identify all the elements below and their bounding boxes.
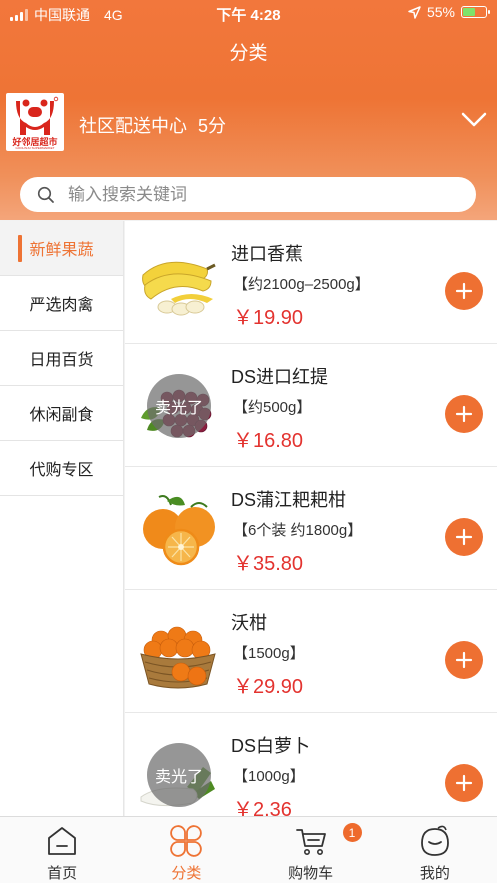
store-logo: 好邻居超市 GOOLINJU SUPERMARKET [6, 93, 64, 151]
plus-icon [455, 774, 473, 792]
banana-image [142, 261, 216, 316]
add-to-cart-button[interactable] [445, 764, 483, 802]
category-label: 休闲副食 [29, 407, 94, 424]
product-name: 进口香蕉 [231, 244, 303, 264]
product-price: ￥19.90 [233, 307, 304, 329]
tab-label: 我的 [419, 865, 450, 882]
search-icon [37, 186, 54, 203]
category-item-purchasing-agent[interactable]: 代购专区 [0, 441, 123, 496]
battery-icon [461, 6, 490, 18]
product-spec: 【约2100g–2500g】 [233, 276, 370, 293]
bottom-tab-bar: 首页 分类 购物车 1 我的 [0, 816, 497, 883]
plus-icon [455, 528, 473, 546]
logo-subtext: GOOLINJU SUPERMARKET [15, 146, 55, 150]
plus-icon [455, 282, 473, 300]
header: 中国联通 4G 下午 4:28 55% 分类 好邻居超市 GOOLINJU SU… [0, 0, 497, 220]
tab-cart[interactable]: 购物车 1 [249, 817, 373, 883]
product-spec: 【6个装 约1800g】 [233, 522, 363, 539]
search-bar[interactable] [20, 177, 476, 212]
product-name: DS进口红提 [231, 367, 329, 387]
product-item[interactable]: 进口香蕉 【约2100g–2500g】 ￥19.90 [125, 221, 497, 344]
store-name-text: 社区配送中心 [79, 116, 187, 136]
tangerine-basket-image [140, 626, 216, 689]
location-arrow-icon [408, 5, 421, 19]
add-to-cart-button[interactable] [445, 641, 483, 679]
product-price: ￥16.80 [233, 430, 304, 452]
product-spec: 【1000g】 [233, 768, 305, 785]
category-item-fresh-produce[interactable]: 新鲜果蔬 [0, 221, 123, 276]
product-price: ￥35.80 [233, 553, 304, 575]
page-title: 分类 [229, 43, 268, 64]
product-spec: 【约500g】 [233, 399, 312, 416]
tab-home[interactable]: 首页 [0, 817, 124, 883]
store-selector[interactable]: 好邻居超市 GOOLINJU SUPERMARKET 社区配送中心 5分 [6, 93, 491, 153]
search-input[interactable] [68, 177, 458, 212]
tab-label: 购物车 [288, 865, 334, 882]
sold-out-badge: 卖光了 [147, 374, 211, 438]
category-label: 日用百货 [29, 352, 94, 369]
battery-percent: 55% [426, 4, 455, 20]
tab-profile[interactable]: 我的 [373, 817, 497, 883]
category-label: 新鲜果蔬 [29, 242, 94, 259]
category-item-meat-poultry[interactable]: 严选肉禽 [0, 276, 123, 331]
product-item[interactable]: 沃柑 【1500g】 ￥29.90 [125, 590, 497, 713]
chevron-down-icon[interactable] [461, 109, 487, 131]
add-to-cart-button[interactable] [445, 395, 483, 433]
category-item-daily-goods[interactable]: 日用百货 [0, 331, 123, 386]
category-label: 代购专区 [29, 462, 94, 479]
plus-icon [455, 651, 473, 669]
store-name: 社区配送中心 5分 [79, 112, 226, 138]
category-sidebar: 新鲜果蔬 严选肉禽 日用百货 休闲副食 代购专区 [0, 221, 124, 816]
tab-category[interactable]: 分类 [124, 817, 248, 883]
product-name: 沃柑 [231, 613, 267, 633]
product-spec: 【1500g】 [233, 645, 305, 662]
add-to-cart-button[interactable] [445, 272, 483, 310]
product-item[interactable]: 卖光了 DS白萝卜 【1000g】 ￥2.36 [125, 713, 497, 816]
product-price: ￥29.90 [233, 676, 304, 698]
sold-out-badge: 卖光了 [147, 743, 211, 807]
orange-image [143, 495, 215, 566]
product-item[interactable]: DS蒲江耙耙柑 【6个装 约1800g】 ￥35.80 [125, 467, 497, 590]
home-icon [48, 827, 77, 855]
status-bar: 中国联通 4G 下午 4:28 55% [0, 0, 497, 26]
plus-icon [455, 405, 473, 423]
add-to-cart-button[interactable] [445, 518, 483, 556]
product-item[interactable]: 卖光了 DS进口红提 【约500g】 ￥16.80 [125, 344, 497, 467]
category-icon [170, 825, 203, 857]
product-list: 进口香蕉 【约2100g–2500g】 ￥19.90 卖光了 DS进口红提 【约… [125, 221, 497, 816]
category-label: 严选肉禽 [29, 297, 94, 314]
product-price: ￥2.36 [233, 799, 292, 816]
profile-icon [420, 825, 449, 856]
product-name: DS蒲江耙耙柑 [231, 490, 347, 510]
category-item-snacks[interactable]: 休闲副食 [0, 386, 123, 441]
cart-icon [295, 829, 326, 855]
tab-label: 分类 [171, 865, 202, 882]
store-rating: 5分 [198, 116, 227, 136]
cart-count-badge: 1 [342, 823, 362, 842]
product-name: DS白萝卜 [231, 736, 311, 756]
tab-label: 首页 [47, 865, 78, 882]
